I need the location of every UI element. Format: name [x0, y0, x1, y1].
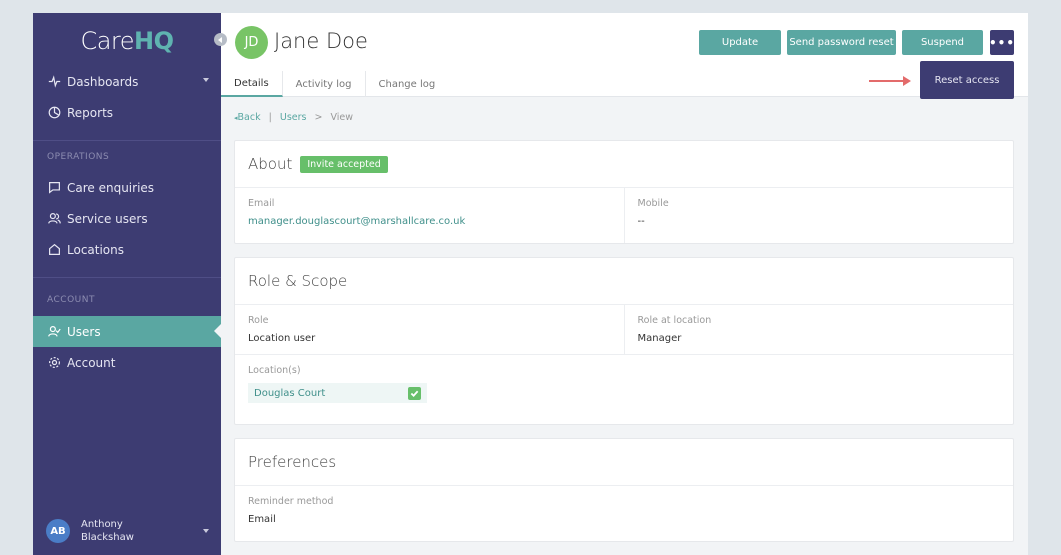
reminder-method-label: Reminder method — [248, 496, 334, 507]
role-at-location-label: Role at location — [637, 315, 712, 326]
role-label: Role — [248, 315, 269, 326]
tab-details[interactable]: Details — [221, 71, 283, 97]
breadcrumb: ◂Back | Users > View — [234, 112, 354, 123]
role-scope-card: Role & Scope Role Location user Role at … — [234, 257, 1014, 425]
reset-access-menu-item[interactable]: Reset access — [920, 61, 1014, 99]
about-title: About — [248, 155, 293, 173]
back-link[interactable]: Back — [238, 112, 261, 123]
tab-activity-log[interactable]: Activity log — [283, 71, 366, 97]
status-badge: Invite accepted — [300, 155, 388, 173]
chevron-down-icon — [203, 529, 209, 533]
gear-icon — [47, 356, 61, 370]
sidebar-item-reports[interactable]: Reports — [33, 97, 221, 128]
check-icon — [408, 386, 421, 400]
sidebar-divider — [33, 140, 221, 141]
locations-label: Location(s) — [248, 365, 301, 376]
app-window: Care HQ Dashboards Reports OPERATIONS Car… — [33, 13, 1028, 555]
user-first-name: Anthony — [81, 519, 123, 530]
location-name: Douglas Court — [254, 387, 326, 399]
sidebar-item-account[interactable]: Account — [33, 347, 221, 378]
home-icon — [47, 243, 61, 257]
avatar: AB — [46, 519, 70, 543]
chat-icon — [47, 181, 61, 195]
tab-change-log[interactable]: Change log — [366, 71, 449, 97]
more-actions-button[interactable]: ••• — [989, 30, 1014, 55]
sidebar: Care HQ Dashboards Reports OPERATIONS Car… — [33, 13, 221, 555]
reminder-method-value: Email — [248, 514, 276, 525]
sidebar-item-care-enquiries[interactable]: Care enquiries — [33, 172, 221, 203]
sidebar-divider — [33, 277, 221, 278]
page-header: JD Jane Doe Update Send password reset S… — [221, 13, 1028, 99]
update-button[interactable]: Update — [699, 30, 781, 55]
sidebar-item-service-users[interactable]: Service users — [33, 203, 221, 234]
breadcrumb-current: View — [330, 112, 354, 123]
people-icon — [47, 212, 61, 226]
tab-bar: Details Activity log Change log — [221, 71, 448, 97]
sidebar-item-locations[interactable]: Locations — [33, 234, 221, 265]
collapse-sidebar-button[interactable] — [214, 33, 227, 46]
role-value: Location user — [248, 333, 316, 344]
sidebar-item-users[interactable]: Users — [33, 316, 221, 347]
section-label-operations: OPERATIONS — [47, 152, 110, 162]
chevron-down-icon — [203, 78, 209, 82]
pie-chart-icon — [47, 106, 61, 120]
email-link[interactable]: manager.douglascourt@marshallcare.co.uk — [248, 216, 611, 227]
chevron-left-icon — [218, 36, 222, 43]
current-user-menu[interactable]: AB Anthony Blackshaw — [33, 507, 221, 555]
section-label-account: ACCOUNT — [47, 295, 95, 305]
page-title: Jane Doe — [274, 29, 368, 53]
annotation-arrow — [869, 76, 911, 86]
mobile-label: Mobile — [637, 198, 669, 209]
users-link[interactable]: Users — [280, 112, 307, 123]
preferences-card: Preferences Reminder method Email — [234, 438, 1014, 542]
activity-icon — [47, 75, 61, 89]
location-chip[interactable]: Douglas Court — [248, 383, 427, 403]
email-label: Email — [248, 198, 275, 209]
avatar: JD — [235, 26, 268, 59]
role-at-location-value: Manager — [637, 333, 682, 344]
carehq-logo[interactable]: Care HQ — [33, 13, 221, 69]
about-card: About Invite accepted Email manager.doug… — [234, 140, 1014, 244]
mobile-value: -- — [637, 216, 645, 227]
sidebar-item-dashboards[interactable]: Dashboards — [33, 66, 221, 97]
send-password-reset-button[interactable]: Send password reset — [787, 30, 896, 55]
preferences-title: Preferences — [235, 439, 1013, 486]
user-last-name: Blackshaw — [81, 532, 134, 543]
role-scope-title: Role & Scope — [235, 258, 1013, 305]
user-check-icon — [47, 325, 61, 339]
suspend-button[interactable]: Suspend — [902, 30, 983, 55]
